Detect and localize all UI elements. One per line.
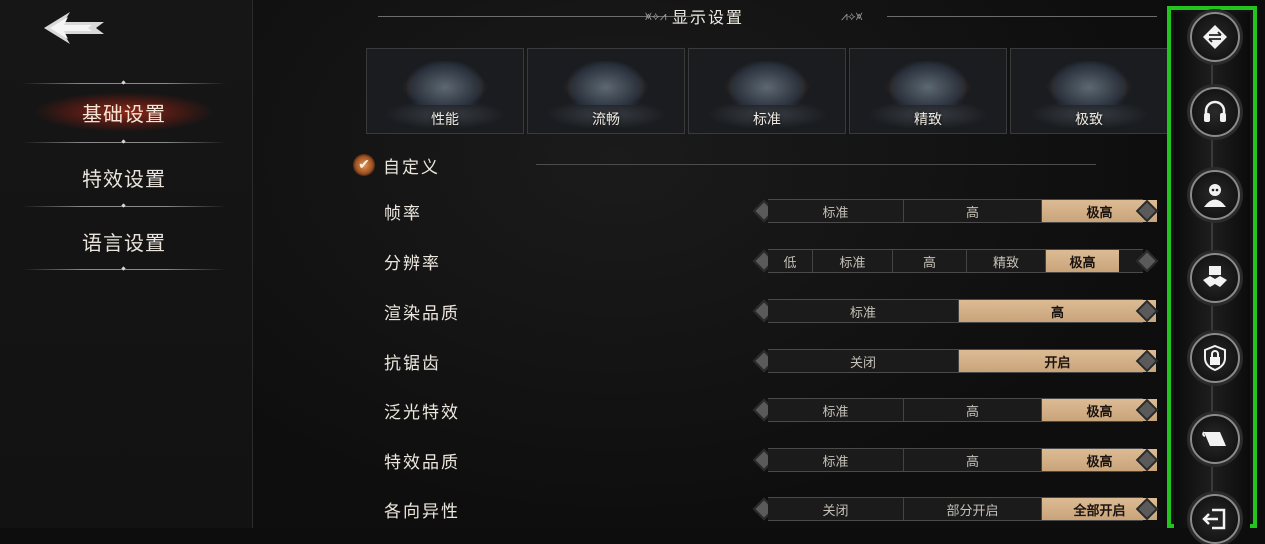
sidebar-item-basic-settings[interactable]: 基础设置 — [22, 87, 226, 137]
preset-refined[interactable]: 精致 — [849, 48, 1007, 134]
character-icon[interactable] — [1190, 170, 1240, 220]
nav-separator — [22, 83, 226, 84]
option-selector: 标准高极高 — [752, 448, 1159, 472]
setting-label: 各向异性 — [384, 502, 460, 522]
option-segment[interactable]: 标准 — [768, 300, 958, 322]
option-selector: 关闭 部分开启 全部开启 — [752, 497, 1159, 521]
preset-label: 流畅 — [592, 112, 620, 128]
setting-label: 渲染品质 — [384, 304, 460, 324]
preset-ultimate[interactable]: 极致 — [1010, 48, 1168, 134]
sidebar-item-label: 语言设置 — [82, 230, 166, 255]
option-segment[interactable]: 标准 — [768, 399, 903, 421]
option-segment[interactable]: 开启 — [958, 350, 1156, 372]
display-settings-icon[interactable] — [1190, 12, 1240, 62]
setting-row-resolution: 分辨率 低标准高精致 极高 — [253, 247, 1163, 277]
setting-row-frame-rate: 帧率 标准高极高 — [253, 197, 1163, 227]
checkmark-icon: ✔ — [353, 154, 375, 176]
sidebar-item-label: 特效设置 — [82, 166, 166, 191]
option-segment[interactable]: 部分开启 — [903, 498, 1041, 520]
option-selector: 关闭 开启 — [752, 349, 1159, 373]
custom-divider — [536, 164, 1096, 165]
setting-label: 分辨率 — [384, 254, 441, 274]
preset-label: 性能 — [431, 112, 459, 128]
option-segment[interactable]: 高 — [892, 250, 966, 272]
setting-row-effect-quality: 特效品质 标准高极高 — [253, 446, 1163, 476]
setting-row-render-quality: 渲染品质 标准高 — [253, 297, 1163, 327]
option-segment[interactable]: 关闭 — [768, 350, 958, 372]
option-selector: 标准高极高 — [752, 398, 1159, 422]
option-segment[interactable]: 关闭 — [768, 498, 903, 520]
handshake-icon[interactable] — [1190, 253, 1240, 303]
sidebar-item-label: 基础设置 — [82, 101, 166, 126]
setting-label: 特效品质 — [384, 453, 460, 473]
option-segment[interactable]: 低 — [768, 250, 812, 272]
preset-standard[interactable]: 标准 — [688, 48, 846, 134]
option-segment[interactable]: 高 — [903, 399, 1041, 421]
display-settings-panel: ⩙⟡⩘ 显示设置 ⩘⟡⩙ 性能 流畅 标准 精致 极致 ✔ 自定义 帧率 标准高极… — [253, 0, 1168, 528]
option-segment[interactable]: 高 — [903, 200, 1041, 222]
preset-label: 极致 — [1075, 112, 1103, 128]
nav-separator — [22, 206, 226, 207]
setting-row-anisotropic: 各向异性 关闭 部分开启 全部开启 — [253, 495, 1163, 525]
option-segment[interactable]: 高 — [958, 300, 1156, 322]
option-segment[interactable]: 标准 — [768, 200, 903, 222]
title-divider — [887, 16, 1157, 17]
setting-row-anti-aliasing: 抗锯齿 关闭 开启 — [253, 347, 1163, 377]
option-segment[interactable]: 精致 — [966, 250, 1045, 272]
exit-icon[interactable] — [1190, 494, 1240, 544]
nav-separator — [22, 269, 226, 270]
sidebar-item-language-settings[interactable]: 语言设置 — [22, 216, 226, 266]
option-segment[interactable]: 高 — [903, 449, 1041, 471]
setting-label: 泛光特效 — [384, 403, 460, 423]
setting-label: 帧率 — [384, 204, 422, 224]
left-sidebar: 基础设置 特效设置 语言设置 — [0, 0, 253, 528]
preset-label: 精致 — [914, 112, 942, 128]
setting-label: 抗锯齿 — [384, 354, 441, 374]
setting-row-bloom-effect: 泛光特效 标准高极高 — [253, 396, 1163, 426]
preset-smooth[interactable]: 流畅 — [527, 48, 685, 134]
headphones-icon[interactable] — [1190, 87, 1240, 137]
back-arrow-icon[interactable] — [40, 8, 108, 48]
custom-label: 自定义 — [383, 157, 440, 178]
quality-presets: 性能 流畅 标准 精致 极致 — [366, 48, 1168, 134]
option-selector: 低标准高精致 极高 — [752, 249, 1159, 273]
option-selector: 标准高 — [752, 299, 1159, 323]
option-selector: 标准高极高 — [752, 199, 1159, 223]
title-ornament-icon: ⩘⟡⩙ — [841, 9, 863, 23]
scroll-icon[interactable] — [1190, 414, 1240, 464]
option-segment[interactable]: 标准 — [768, 449, 903, 471]
preset-label: 标准 — [753, 112, 781, 128]
option-segment[interactable]: 标准 — [812, 250, 892, 272]
nav-separator — [22, 142, 226, 143]
custom-preset-option[interactable]: ✔ 自定义 — [353, 150, 440, 180]
preset-performance[interactable]: 性能 — [366, 48, 524, 134]
option-segment[interactable]: 极高 — [1045, 250, 1119, 272]
lock-shield-icon[interactable] — [1190, 333, 1240, 383]
sidebar-item-effect-settings[interactable]: 特效设置 — [22, 152, 226, 202]
